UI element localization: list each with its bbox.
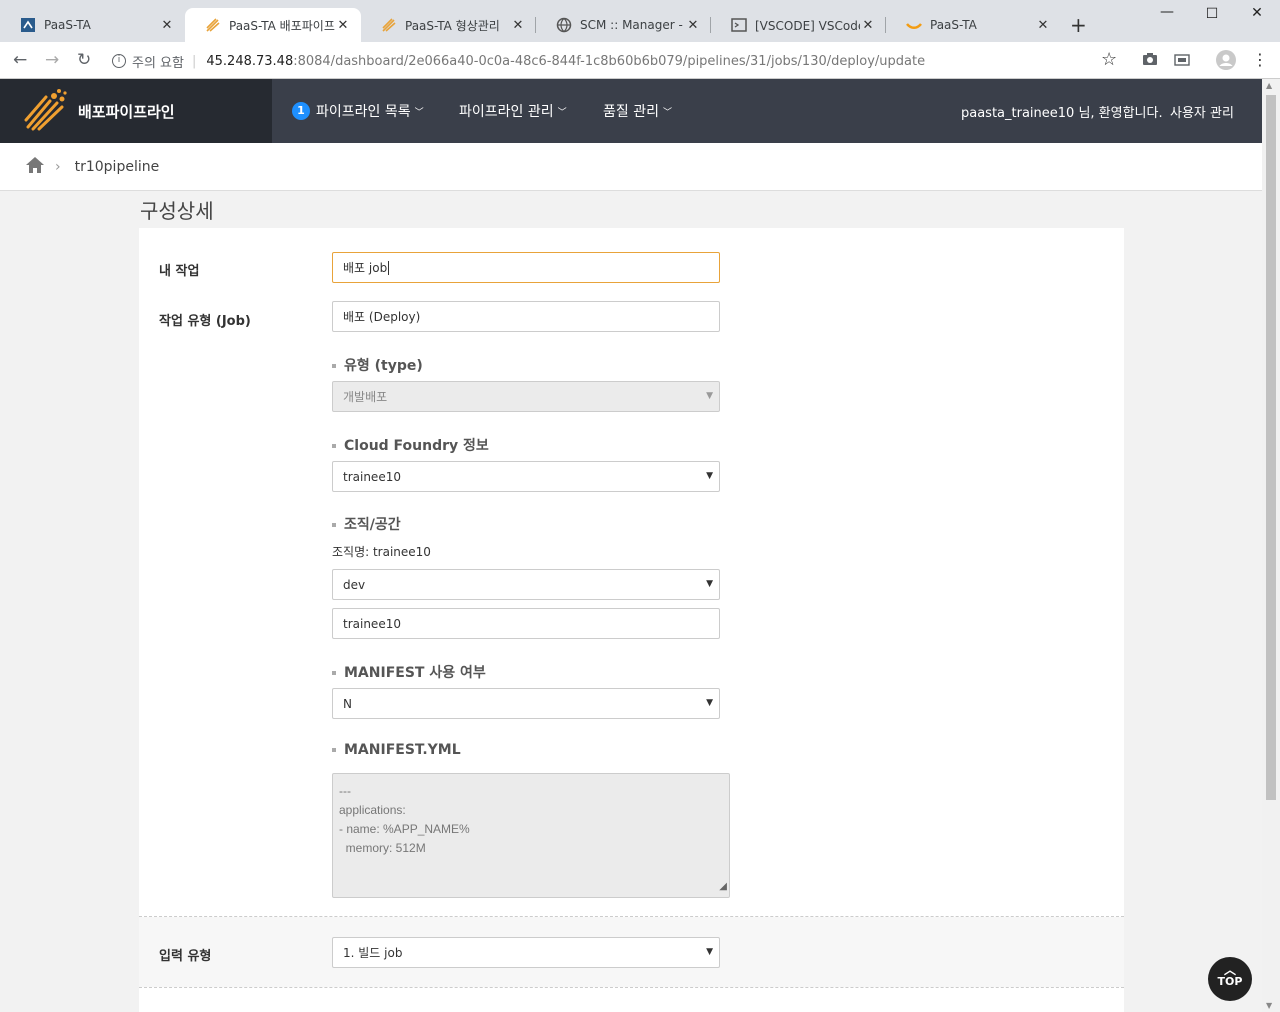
menu-pipeline-manage[interactable]: 파이프라인 관리 ﹀ xyxy=(459,79,567,143)
globe-icon xyxy=(556,17,572,33)
breadcrumb-pipeline[interactable]: tr10pipeline xyxy=(75,159,160,175)
tab-title: PaaS-TA 형상관리 xyxy=(405,18,500,33)
menu-pipeline-list[interactable]: 1 파이프라인 목록 ﹀ xyxy=(292,79,424,143)
back-button[interactable]: ← xyxy=(13,50,27,70)
url-text: 45.248.73.48:8084/dashboard/2e066a40-0c0… xyxy=(206,53,926,69)
reload-button[interactable]: ↻ xyxy=(77,50,91,70)
manifest-yml-label: MANIFEST.YML xyxy=(332,742,461,758)
chevron-down-icon: ﹀ xyxy=(557,107,567,118)
profile-icon[interactable] xyxy=(1216,50,1236,75)
tab-title: PaaS-TA xyxy=(930,18,977,32)
menu-quality-manage[interactable]: 품질 관리 ﹀ xyxy=(603,79,672,143)
caret-down-icon: ▼ xyxy=(706,391,713,401)
scroll-up-icon: ▲ xyxy=(1266,81,1273,90)
forward-button[interactable]: → xyxy=(45,50,59,70)
close-window-button[interactable]: ✕ xyxy=(1242,5,1272,21)
cast-icon[interactable] xyxy=(1174,52,1190,72)
browser-tab[interactable]: PaaS-TA 형상관리 ✕ xyxy=(361,8,536,42)
pipeline-logo-icon xyxy=(24,87,68,135)
type-select[interactable]: 개발배포 ▼ xyxy=(332,381,720,412)
address-toolbar: ← → ↻ i 주의 요함 | 45.248.73.48:8084/dashbo… xyxy=(0,42,1280,79)
tab-title: SCM :: Manager - Gi xyxy=(580,18,685,32)
cf-select[interactable]: trainee10 ▼ xyxy=(332,461,720,492)
tab-title: PaaS-TA xyxy=(44,18,91,32)
browser-tab[interactable]: PaaS-TA ✕ xyxy=(0,8,185,42)
job-type-field: 배포 (Deploy) xyxy=(332,301,720,332)
type-label: 유형 (type) xyxy=(332,355,423,375)
my-job-input[interactable]: 배포 job xyxy=(332,252,720,283)
maximize-button[interactable]: ☐ xyxy=(1197,6,1227,22)
manifest-use-select[interactable]: N ▼ xyxy=(332,688,720,719)
close-icon[interactable]: ✕ xyxy=(510,18,526,33)
chevron-right-icon: › xyxy=(55,158,61,175)
menu-label: 파이프라인 목록 xyxy=(316,104,411,120)
browser-tab[interactable]: SCM :: Manager - Gi ✕ xyxy=(536,8,711,42)
close-icon[interactable]: ✕ xyxy=(685,18,701,33)
paas-ta-tab-icon xyxy=(906,17,922,33)
security-warning: 주의 요함 xyxy=(132,55,184,71)
browser-tab-strip: PaaS-TA ✕ PaaS-TA 배포파이프 ✕ PaaS-TA 형상관리 ✕… xyxy=(0,0,1280,42)
org-space-label: 조직/공간 xyxy=(332,514,401,534)
cf-label: Cloud Foundry 정보 xyxy=(332,435,489,455)
input-type-label: 입력 유형 xyxy=(159,949,212,964)
space-select[interactable]: dev ▼ xyxy=(332,569,720,600)
welcome-text: paasta_trainee10 님, 환영합니다. xyxy=(961,105,1163,121)
close-icon[interactable]: ✕ xyxy=(159,18,175,33)
page-title: 구성상세 xyxy=(140,199,214,223)
app-navbar: 배포파이프라인 1 파이프라인 목록 ﹀ 파이프라인 관리 ﹀ 품질 관리 ﹀ … xyxy=(0,79,1262,143)
close-icon[interactable]: ✕ xyxy=(860,18,876,33)
caret-down-icon: ▼ xyxy=(706,579,713,589)
menu-label: 품질 관리 xyxy=(603,104,659,120)
close-icon[interactable]: ✕ xyxy=(335,18,351,33)
resize-grip-icon: ◢ xyxy=(719,881,727,892)
home-icon[interactable] xyxy=(25,156,45,178)
close-icon[interactable]: ✕ xyxy=(1035,18,1051,33)
pipeline-count-badge: 1 xyxy=(292,102,310,120)
input-type-select[interactable]: 1. 빌드 job ▼ xyxy=(332,937,720,968)
browser-tab[interactable]: PaaS-TA ✕ xyxy=(886,8,1061,42)
omnibox[interactable]: i 주의 요함 | 45.248.73.48:8084/dashboard/2e… xyxy=(112,47,1127,75)
browser-tab-active[interactable]: PaaS-TA 배포파이프 ✕ xyxy=(185,8,361,42)
paas-ta-tab-icon xyxy=(20,17,36,33)
scroll-top-button[interactable]: ︿ TOP xyxy=(1208,957,1252,1001)
user-admin-link[interactable]: 사용자 관리 xyxy=(1170,79,1234,143)
manifest-yml-textarea[interactable]: --- applications: - name: %APP_NAME% mem… xyxy=(332,773,730,898)
vscode-tab-icon xyxy=(731,17,747,33)
scroll-down-icon: ▼ xyxy=(1266,1001,1273,1010)
job-type-label: 작업 유형 (Job) xyxy=(159,314,251,329)
section-divider xyxy=(139,987,1124,988)
browser-tab[interactable]: [VSCODE] VSCode에 ✕ xyxy=(711,8,886,42)
caret-down-icon: ▼ xyxy=(706,698,713,708)
caret-down-icon: ▼ xyxy=(706,947,713,957)
camera-icon[interactable] xyxy=(1142,52,1158,70)
pipeline-tab-icon xyxy=(381,17,397,33)
chevron-down-icon: ﹀ xyxy=(414,107,424,118)
menu-label: 파이프라인 관리 xyxy=(459,104,554,120)
new-tab-button[interactable]: + xyxy=(1070,13,1087,37)
minimize-button[interactable]: — xyxy=(1152,4,1182,20)
manifest-use-label: MANIFEST 사용 여부 xyxy=(332,662,486,682)
scrollbar-thumb[interactable] xyxy=(1266,95,1276,800)
app-name-input[interactable]: trainee10 xyxy=(332,608,720,639)
pipeline-tab-icon xyxy=(205,17,221,33)
more-menu-icon[interactable]: ⋮ xyxy=(1252,50,1268,69)
caret-down-icon: ▼ xyxy=(706,471,713,481)
my-job-label: 내 작업 xyxy=(159,264,200,279)
logo-text: 배포파이프라인 xyxy=(78,102,175,121)
app-logo[interactable]: 배포파이프라인 xyxy=(0,79,272,143)
info-icon[interactable]: i xyxy=(112,54,126,68)
breadcrumb: › tr10pipeline xyxy=(0,143,1262,191)
tab-title: [VSCODE] VSCode에 xyxy=(755,18,860,33)
star-icon[interactable]: ☆ xyxy=(1101,49,1117,70)
tab-title: PaaS-TA 배포파이프 xyxy=(229,18,335,33)
org-name-text: 조직명: trainee10 xyxy=(332,545,431,559)
chevron-down-icon: ﹀ xyxy=(662,107,672,118)
